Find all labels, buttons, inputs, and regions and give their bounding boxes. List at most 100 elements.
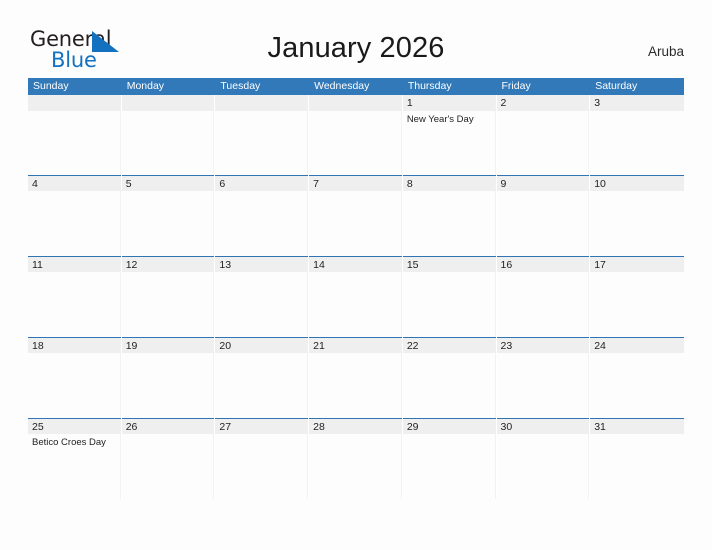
weekday-header-sunday: Sunday [33,80,69,92]
day-cell-2[interactable]: 2 [496,95,591,176]
date-number: 18 [32,340,44,352]
weekday-header-wednesday: Wednesday [314,80,370,92]
day-cell-15[interactable]: 15 [402,256,497,337]
day-cell-28[interactable]: 28 [309,418,403,499]
column-separator [400,191,402,256]
column-separator [307,353,309,418]
date-number: 2 [500,97,507,109]
day-cell-1[interactable]: 1 New Year's Day [402,95,497,176]
date-band: 10 [590,175,684,191]
day-cell-13[interactable]: 13 [215,256,310,337]
day-cell-3[interactable]: 3 [590,95,684,175]
column-separator [400,434,402,499]
day-cell-26[interactable]: 26 [121,418,216,499]
date-band: 29 [402,418,496,434]
date-number: 15 [406,259,419,271]
column-separator [588,434,590,499]
date-number: 21 [313,340,325,352]
date-number: 14 [313,259,325,271]
day-cell-empty [309,95,403,176]
day-cell-11[interactable]: 11 [28,256,122,337]
date-band: 31 [590,418,684,434]
column-separator [494,191,496,256]
date-number: 3 [594,97,601,109]
date-number: 25 [32,421,44,433]
date-band: 18 [28,337,121,353]
date-band: 4 [28,175,121,191]
day-cell-6[interactable]: 6 [215,175,310,256]
day-cell-24[interactable]: 24 [590,337,684,418]
day-cell-30[interactable]: 30 [496,418,591,499]
day-cell-5[interactable]: 5 [121,175,216,256]
day-cell-4[interactable]: 4 [28,175,122,256]
column-separator [400,353,402,418]
date-band: 11 [28,256,121,272]
day-cell-20[interactable]: 20 [215,337,310,418]
calendar-week-row: 1 New Year's Day 2 3 [28,95,684,176]
day-cell-8[interactable]: 8 [402,175,497,256]
date-number: 8 [406,178,413,190]
date-number: 17 [594,259,606,271]
day-cell-27[interactable]: 27 [215,418,310,499]
date-number: 4 [32,178,38,190]
calendar-week-row: 4 5 6 7 8 9 10 [28,175,684,256]
date-band: 15 [402,256,496,272]
calendar-grid: Sunday Monday Tuesday Wednesday Thursday Frid… [28,78,684,499]
column-separator [213,353,215,418]
day-cell-19[interactable]: 19 [121,337,216,418]
date-number: 13 [219,259,232,271]
column-separator [307,272,309,337]
date-band: 8 [402,175,496,191]
date-band: 17 [590,256,684,272]
column-separator [213,191,215,256]
date-number: 26 [125,421,138,433]
day-cell-16[interactable]: 16 [496,256,591,337]
date-band: 25 [28,418,121,434]
date-number: 1 [406,97,413,109]
date-band [121,95,215,111]
day-cell-18[interactable]: 18 [28,337,122,418]
date-band [28,95,121,111]
weekday-header-saturday: Saturday [595,80,638,92]
day-cell-25[interactable]: 25 Betico Croes Day [28,418,122,499]
day-cell-empty [215,95,310,176]
day-cell-21[interactable]: 21 [309,337,403,418]
day-cell-22[interactable]: 22 [402,337,497,418]
date-number: 5 [125,178,132,190]
date-band: 12 [121,256,215,272]
column-separator [119,191,121,256]
date-band: 27 [215,418,309,434]
date-band [215,95,309,111]
day-cell-29[interactable]: 29 [402,418,497,499]
column-separator [588,272,590,337]
event-list: Betico Croes Day [32,436,118,449]
event-list: New Year's Day [407,113,493,126]
date-band: 28 [309,418,402,434]
date-band: 6 [215,175,309,191]
date-number: 12 [125,259,138,271]
calendar-week-row: 18 19 20 21 22 23 24 [28,337,684,418]
date-band: 21 [309,337,402,353]
date-number: 31 [594,421,606,433]
day-cell-9[interactable]: 9 [496,175,591,256]
column-separator [213,434,215,499]
date-number: 27 [219,421,232,433]
day-cell-7[interactable]: 7 [309,175,403,256]
column-separator [400,111,402,176]
day-cell-12[interactable]: 12 [121,256,216,337]
date-band: 22 [402,337,496,353]
date-number: 9 [500,178,507,190]
day-cell-31[interactable]: 31 [590,418,684,499]
date-band: 20 [215,337,309,353]
day-cell-23[interactable]: 23 [496,337,591,418]
holiday-event: Betico Croes Day [32,437,106,448]
day-cell-10[interactable]: 10 [590,175,684,256]
day-cell-17[interactable]: 17 [590,256,684,337]
column-separator [307,434,309,499]
date-number: 23 [500,340,513,352]
date-number: 22 [406,340,419,352]
day-cell-14[interactable]: 14 [309,256,403,337]
date-band: 24 [590,337,684,353]
column-separator [588,353,590,418]
date-band: 7 [309,175,402,191]
